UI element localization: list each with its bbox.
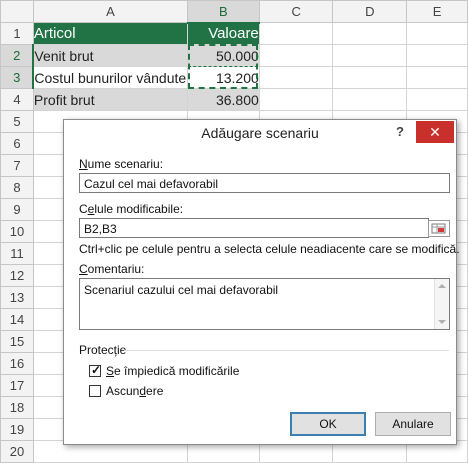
comment-scrollbar[interactable] bbox=[434, 279, 449, 329]
scroll-down-icon[interactable] bbox=[438, 320, 446, 324]
cell-b4[interactable]: 36.800 bbox=[186, 88, 260, 111]
row-header-4[interactable]: 4 bbox=[0, 88, 34, 111]
comment-label: Comentariu: bbox=[79, 262, 144, 276]
scenario-name-label-hotkey: N bbox=[79, 157, 88, 171]
comment-label-hotkey: C bbox=[79, 262, 88, 276]
cell-b1[interactable]: Valoare bbox=[186, 22, 260, 45]
cell-d4[interactable] bbox=[332, 88, 408, 111]
row-header-11[interactable]: 11 bbox=[0, 242, 34, 265]
add-scenario-dialog: Adăugare scenariu ? ✕ Nume scenariu: Caz… bbox=[63, 119, 460, 445]
cell-c2[interactable] bbox=[258, 44, 334, 67]
prevent-changes-text: e împiedică modificările bbox=[114, 364, 240, 378]
close-button[interactable]: ✕ bbox=[416, 121, 454, 143]
row-header-10[interactable]: 10 bbox=[0, 220, 34, 243]
help-button[interactable]: ? bbox=[393, 124, 407, 140]
row-header-2[interactable]: 2 bbox=[0, 44, 35, 67]
prevent-changes-hotkey: S bbox=[106, 364, 115, 378]
row-header-1[interactable]: 1 bbox=[0, 22, 34, 45]
scenario-name-label-text: ume scenariu: bbox=[87, 157, 164, 171]
comment-textarea[interactable]: Scenariul cazului cel mai defavorabil bbox=[79, 278, 450, 330]
cell-a1[interactable]: Articol bbox=[32, 22, 188, 45]
row-header-19[interactable]: 19 bbox=[0, 418, 34, 441]
row-header-14[interactable]: 14 bbox=[0, 308, 34, 331]
cell-a4[interactable]: Profit brut bbox=[32, 88, 188, 111]
cell-e3[interactable] bbox=[406, 66, 468, 89]
cell-d3[interactable] bbox=[332, 66, 408, 89]
scenario-name-input[interactable]: Cazul cel mai defavorabil bbox=[79, 173, 450, 193]
scenario-name-label: Nume scenariu: bbox=[79, 157, 163, 171]
cell-c3[interactable] bbox=[258, 66, 334, 89]
row-header-20[interactable]: 20 bbox=[0, 440, 34, 463]
cell-d2[interactable] bbox=[332, 44, 408, 67]
cell-a2[interactable]: Venit brut bbox=[32, 44, 188, 67]
row-header-6[interactable]: 6 bbox=[0, 132, 34, 155]
row-header-9[interactable]: 9 bbox=[0, 198, 34, 221]
hide-checkbox[interactable] bbox=[89, 385, 101, 397]
range-select-icon bbox=[431, 223, 446, 234]
protection-divider bbox=[124, 350, 449, 351]
checkmark-icon: ✓ bbox=[91, 363, 102, 377]
row-header-18[interactable]: 18 bbox=[0, 396, 34, 419]
row-header-13[interactable]: 13 bbox=[0, 286, 34, 309]
cell-a3[interactable]: Costul bunurilor vândute bbox=[32, 66, 188, 89]
column-header-d[interactable]: D bbox=[332, 0, 408, 23]
hide-label-pre: Ascun bbox=[106, 384, 140, 398]
cell-b2[interactable]: 50.000 bbox=[186, 44, 260, 67]
cell-c1[interactable] bbox=[258, 22, 334, 45]
row-header-16[interactable]: 16 bbox=[0, 352, 34, 375]
column-header-b[interactable]: B bbox=[186, 0, 260, 24]
dialog-titlebar[interactable]: Adăugare scenariu ? ✕ bbox=[64, 120, 456, 146]
cell-b3[interactable]: 13.200 bbox=[186, 66, 260, 89]
cancel-button[interactable]: Anulare bbox=[375, 412, 451, 436]
column-header-a[interactable]: A bbox=[32, 0, 188, 23]
row-header-8[interactable]: 8 bbox=[0, 176, 34, 199]
changing-cells-label: Celule modificabile: bbox=[79, 202, 183, 216]
column-header-e[interactable]: E bbox=[406, 0, 468, 23]
changing-cells-label-pre: C bbox=[79, 202, 88, 216]
row-header-3[interactable]: 3 bbox=[0, 66, 35, 89]
ok-button[interactable]: OK bbox=[290, 412, 366, 436]
cell-e1[interactable] bbox=[406, 22, 468, 45]
row-header-12[interactable]: 12 bbox=[0, 264, 34, 287]
changing-cells-label-text: lule modificabile: bbox=[94, 202, 184, 216]
hide-label-text: ere bbox=[146, 384, 164, 398]
row-header-5[interactable]: 5 bbox=[0, 110, 34, 133]
row-header-15[interactable]: 15 bbox=[0, 330, 34, 353]
changing-cells-input[interactable]: B2,B3 bbox=[79, 218, 429, 238]
cell-e2[interactable] bbox=[406, 44, 468, 67]
cell-e4[interactable] bbox=[406, 88, 468, 111]
cell-c4[interactable] bbox=[258, 88, 334, 111]
comment-text: Scenariul cazului cel mai defavorabil bbox=[84, 283, 279, 297]
hide-label[interactable]: Ascundere bbox=[106, 384, 163, 398]
select-all-corner[interactable] bbox=[0, 0, 34, 23]
row-header-17[interactable]: 17 bbox=[0, 374, 34, 397]
changing-cells-hint: Ctrl+clic pe celule pentru a selecta cel… bbox=[79, 242, 460, 256]
protection-label: Protecție bbox=[79, 343, 127, 357]
row-header-7[interactable]: 7 bbox=[0, 154, 34, 177]
collapse-dialog-button[interactable] bbox=[428, 220, 450, 237]
prevent-changes-label[interactable]: Se împiedică modificările bbox=[106, 364, 239, 378]
comment-label-text: omentariu: bbox=[87, 262, 145, 276]
column-header-c[interactable]: C bbox=[258, 0, 334, 23]
prevent-changes-checkbox[interactable]: ✓ bbox=[89, 363, 102, 377]
cell-d1[interactable] bbox=[332, 22, 408, 45]
scroll-up-icon[interactable] bbox=[438, 284, 446, 288]
